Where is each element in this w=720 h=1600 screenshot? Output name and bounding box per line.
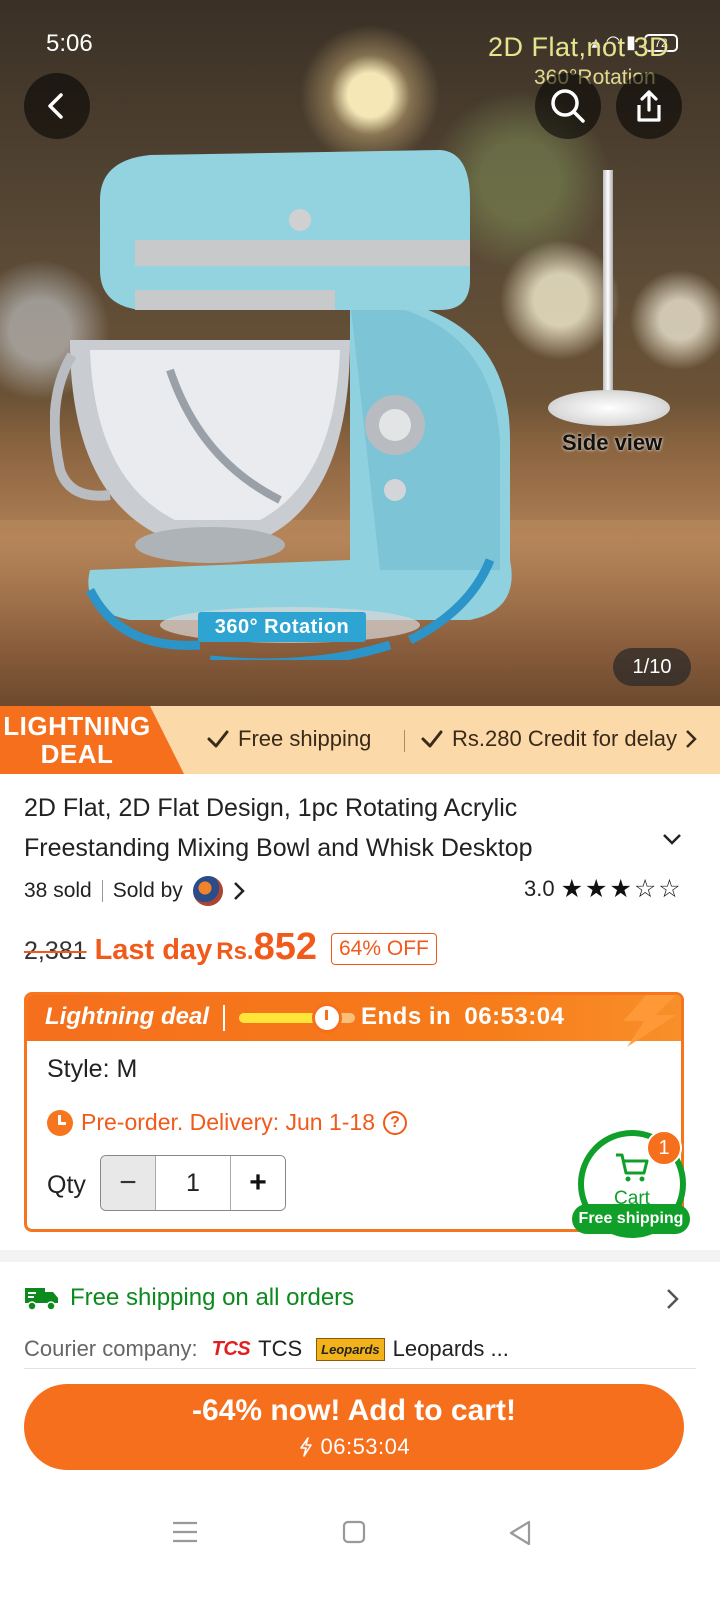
star-icon: ★ <box>609 874 632 903</box>
help-icon[interactable]: ? <box>383 1110 408 1135</box>
status-time: 5:06 <box>46 30 93 57</box>
lightning-deal-title: Lightning deal <box>45 1003 209 1030</box>
sold-row: 38 sold Sold by <box>24 876 245 906</box>
currency: Rs. <box>216 938 254 965</box>
share-button[interactable] <box>616 73 682 139</box>
menu-icon <box>173 1521 197 1543</box>
acrylic-stand-base <box>548 390 670 426</box>
leopards-logo: Leopards <box>316 1337 385 1361</box>
product-title: 2D Flat, 2D Flat Design, 1pc Rotating Ac… <box>24 794 533 862</box>
product-image-mixer <box>50 150 512 660</box>
product-image-gallery[interactable]: 5:06 ▴ ◠ ▮ 72 2D Flat,not 3D 360°Rotatio… <box>0 0 720 720</box>
star-icon: ★ <box>560 874 584 903</box>
clock-icon <box>312 1003 342 1033</box>
perk-divider <box>404 730 405 752</box>
side-view-label: Side view <box>562 430 663 455</box>
system-back-button[interactable] <box>508 1520 532 1551</box>
star-icon: ★ <box>585 874 608 903</box>
seller-avatar[interactable] <box>192 876 223 906</box>
ends-in-label: Ends in <box>361 1003 452 1030</box>
qty-value[interactable]: 1 <box>155 1156 231 1210</box>
deal-tag-line2: DEAL <box>40 739 114 769</box>
current-price: 852 <box>253 926 317 968</box>
perk-label: Rs.280 Credit for delay <box>452 726 677 751</box>
countdown: Ends in 06:53:04 <box>361 1003 564 1031</box>
last-day-label: Last day <box>94 934 213 966</box>
quantity-stepper: − 1 + <box>100 1155 286 1211</box>
cta-countdown: 06:53:04 <box>320 1434 411 1459</box>
rating-value: 3.0 <box>524 876 555 901</box>
courier-label: Courier company: <box>24 1336 198 1361</box>
expand-title-button[interactable] <box>662 832 682 851</box>
home-button[interactable] <box>342 1520 366 1549</box>
shipping-details-button[interactable] <box>666 1288 680 1315</box>
rotation-label: 360° Rotation <box>198 612 366 642</box>
sold-by-label: Sold by <box>112 879 183 902</box>
courier-tcs: TCS <box>258 1336 303 1361</box>
cart-free-shipping-badge: Free shipping <box>572 1204 690 1234</box>
back-button[interactable] <box>24 73 90 139</box>
bolt-icon <box>623 995 681 1047</box>
acrylic-stand-rod <box>603 170 613 400</box>
back-nav-icon <box>509 1520 531 1546</box>
deal-banner[interactable]: LIGHTNING DEAL Free shipping Rs.280 Cred… <box>0 706 720 774</box>
back-icon <box>48 93 63 119</box>
divider <box>101 880 103 902</box>
add-to-cart-button[interactable]: -64% now! Add to cart! 06:53:04 <box>24 1384 684 1470</box>
preorder-text: Pre-order. Delivery: Jun 1-18 <box>81 1109 376 1135</box>
chevron-right-icon[interactable] <box>233 881 245 901</box>
perk-free-shipping: Free shipping <box>206 726 371 752</box>
discount-badge: 64% OFF <box>331 933 437 965</box>
check-icon <box>207 730 229 748</box>
chevron-down-icon <box>663 834 681 845</box>
courier-row: Courier company: TCS TCS Leopards Leopar… <box>24 1336 509 1362</box>
image-counter: 1/10 <box>613 648 691 686</box>
system-nav-bar <box>0 1490 720 1600</box>
chevron-right-icon <box>667 1289 679 1309</box>
courier-leopards: Leopards ... <box>392 1336 509 1361</box>
decrease-qty-button[interactable]: − <box>101 1156 155 1210</box>
perk-label: Free shipping <box>238 726 372 751</box>
bolt-icon <box>300 1437 312 1457</box>
increase-qty-button[interactable]: + <box>231 1156 285 1210</box>
deal-tag-line1: LIGHTNING <box>3 711 151 741</box>
cart-icon <box>616 1153 649 1182</box>
preorder-info: Pre-order. Delivery: Jun 1-18 ? <box>47 1109 408 1136</box>
recent-apps-button[interactable] <box>172 1520 198 1549</box>
tcs-logo: TCS <box>211 1337 251 1360</box>
chevron-right-icon <box>686 730 697 748</box>
qty-label: Qty <box>47 1171 86 1199</box>
style-selector[interactable]: Style: M <box>47 1055 137 1084</box>
deal-progress-fill <box>239 1013 321 1023</box>
original-price: 2,381 <box>24 937 87 965</box>
truck-icon <box>25 1288 58 1311</box>
add-to-cart-label: -64% now! Add to cart! <box>192 1394 516 1427</box>
clock-icon <box>47 1109 73 1136</box>
sold-count: 38 sold <box>24 879 92 902</box>
add-to-cart-timer: 06:53:04 <box>24 1434 684 1460</box>
section-divider <box>0 1250 720 1262</box>
image-overlay-text: 2D Flat,not 3D <box>488 32 670 62</box>
lightning-deal-header: Lightning deal Ends in 06:53:04 <box>27 995 681 1047</box>
star-empty-icon: ☆ <box>633 874 657 903</box>
check-icon <box>421 730 443 748</box>
countdown-time: 06:53:04 <box>464 1003 565 1030</box>
free-shipping-row[interactable]: Free shipping on all orders <box>24 1284 354 1312</box>
price-row: 2,381 Last day Rs.852 64% OFF <box>24 926 437 969</box>
home-icon <box>342 1520 366 1544</box>
free-shipping-headline: Free shipping on all orders <box>70 1284 355 1311</box>
rating[interactable]: 3.0 ★ ★ ★ ☆ ☆ <box>524 876 681 902</box>
lightning-deal-tag: LIGHTNING DEAL <box>0 706 184 774</box>
divider <box>223 1005 225 1031</box>
divider <box>24 1368 696 1369</box>
share-icon <box>637 90 661 122</box>
search-button[interactable] <box>535 73 601 139</box>
perk-credit-for-delay[interactable]: Rs.280 Credit for delay <box>420 726 697 752</box>
cart-count-badge: 1 <box>646 1130 682 1166</box>
search-icon <box>551 89 585 123</box>
star-empty-icon: ☆ <box>658 874 681 903</box>
